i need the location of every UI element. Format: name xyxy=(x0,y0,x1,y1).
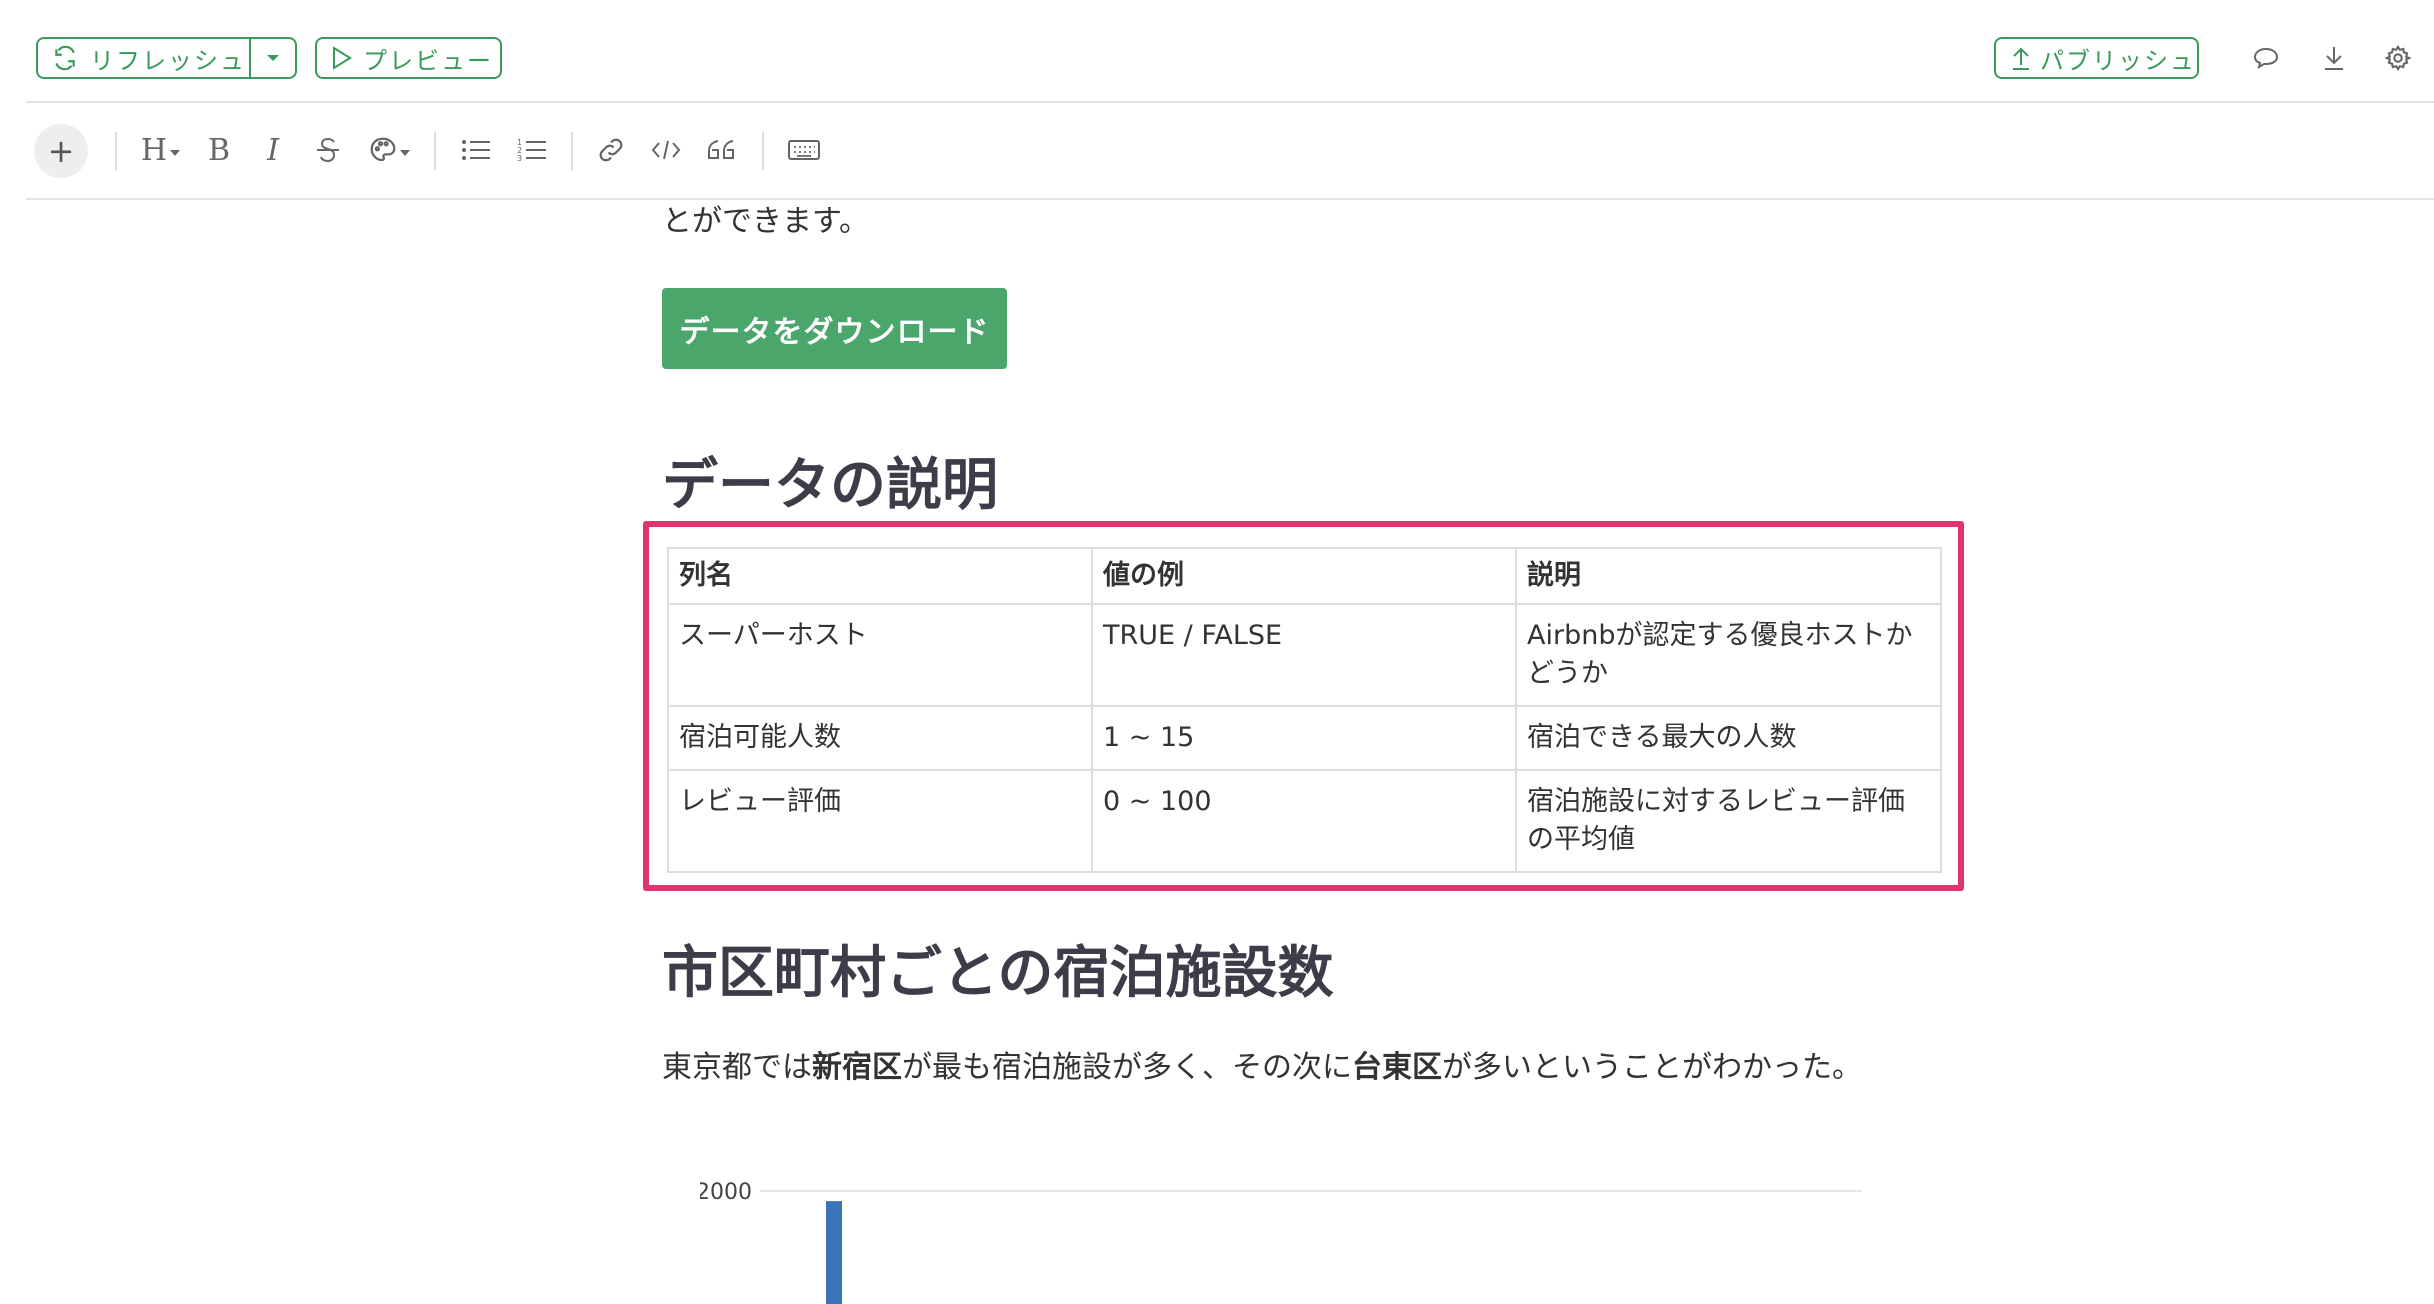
code-icon xyxy=(651,140,681,160)
chart-bar[interactable] xyxy=(826,1201,842,1304)
insert-block-button[interactable]: + xyxy=(34,124,88,178)
keyboard-shortcuts-button[interactable] xyxy=(784,130,824,170)
preview-button[interactable]: プレビュー xyxy=(315,37,502,79)
italic-button[interactable]: I xyxy=(258,130,288,170)
toolbar-separator xyxy=(434,132,436,170)
plus-icon: + xyxy=(47,132,75,170)
numbered-list-button[interactable]: 123 xyxy=(515,130,549,170)
refresh-button[interactable]: リフレッシュ xyxy=(38,39,251,77)
strikethrough-icon xyxy=(317,137,339,163)
heading-icon: H xyxy=(140,132,168,168)
preview-label: プレビュー xyxy=(363,46,493,75)
toolbar-separator xyxy=(762,132,764,170)
code-button[interactable] xyxy=(648,130,684,170)
heading-data-description: データの説明 xyxy=(662,453,998,518)
paragraph-text: 東京都では xyxy=(662,1050,812,1085)
toolbar-separator xyxy=(571,132,573,170)
facilities-bar-chart: 2000 xyxy=(700,1180,1862,1304)
summary-paragraph: 東京都では新宿区が最も宿泊施設が多く、その次に台東区が多いということがわかった。 xyxy=(662,1042,1862,1086)
caret-down-icon xyxy=(267,55,279,61)
numbered-list-icon: 123 xyxy=(517,138,546,163)
quote-icon xyxy=(708,140,734,159)
download-data-button[interactable]: データをダウンロード xyxy=(662,288,1007,369)
bold-button[interactable]: B xyxy=(204,130,234,170)
heading-button[interactable]: H xyxy=(136,130,186,170)
bold-icon: B xyxy=(207,132,231,168)
color-palette-icon xyxy=(370,137,395,162)
strikethrough-button[interactable] xyxy=(312,130,344,170)
caret-down-icon xyxy=(170,150,181,156)
refresh-label: リフレッシュ xyxy=(90,46,246,75)
refresh-icon xyxy=(55,45,75,71)
link-button[interactable] xyxy=(594,130,628,170)
publish-button[interactable]: パブリッシュ xyxy=(1994,37,2199,79)
gear-icon[interactable] xyxy=(2382,42,2414,74)
toolbar-separator xyxy=(115,132,117,170)
refresh-dropdown-button[interactable] xyxy=(251,39,295,77)
highlight-annotation-box xyxy=(643,521,1964,891)
italic-icon: I xyxy=(267,132,279,168)
download-icon[interactable] xyxy=(2318,42,2350,74)
bullet-list-button[interactable] xyxy=(459,130,493,170)
bullet-list-icon xyxy=(462,140,490,160)
paragraph-bold-text: 台東区 xyxy=(1352,1050,1442,1085)
caret-down-icon xyxy=(399,150,410,156)
publish-label: パブリッシュ xyxy=(2040,46,2196,75)
color-button[interactable] xyxy=(366,130,412,170)
quote-button[interactable] xyxy=(704,130,738,170)
partial-paragraph: とができます。 xyxy=(662,204,869,239)
chart-y-tick-label: 2000 xyxy=(700,1180,752,1205)
keyboard-icon xyxy=(788,140,820,160)
top-bar: リフレッシュ プレビュー パブリッシュ xyxy=(0,0,2434,102)
play-icon xyxy=(333,46,352,70)
svg-text:3: 3 xyxy=(517,154,522,163)
refresh-button-group: リフレッシュ xyxy=(36,37,297,79)
link-icon xyxy=(599,138,623,162)
paragraph-text: が多いということがわかった。 xyxy=(1442,1050,1862,1085)
paragraph-text: が最も宿泊施設が多く、その次に xyxy=(902,1050,1352,1085)
paragraph-bold-text: 新宿区 xyxy=(812,1050,902,1085)
heading-facilities-per-city: 市区町村ごとの宿泊施設数 xyxy=(662,941,1334,1006)
comment-icon[interactable] xyxy=(2250,42,2282,74)
upload-icon xyxy=(2013,47,2029,70)
